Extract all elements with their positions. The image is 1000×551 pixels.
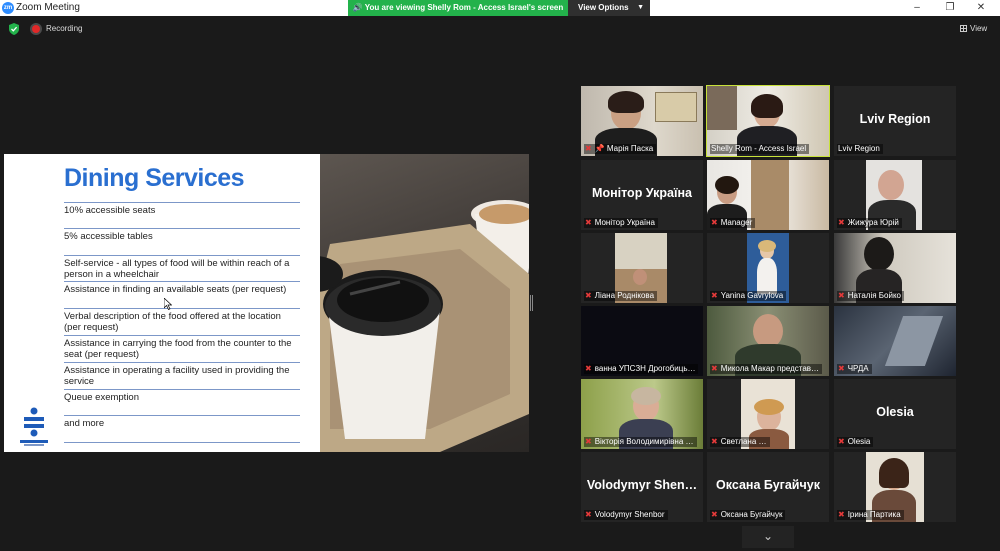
participant-name: ✖ Ліана Роднікова <box>584 291 658 301</box>
muted-mic-icon: ✖ <box>838 291 845 300</box>
participant-name: ✖ Монітор Україна <box>584 218 659 228</box>
coffee-cups-photo <box>320 154 529 452</box>
recording-icon <box>32 25 40 33</box>
participant-display-name: Монітор Україна <box>592 186 692 200</box>
participant-name: ✖ Manager <box>710 218 756 228</box>
participant-tile[interactable]: Volodymyr Shen… ✖ Volodymyr Shenbor <box>581 452 703 522</box>
view-options-label: View Options <box>578 3 629 12</box>
restore-button[interactable]: ❐ <box>937 0 963 16</box>
window-title: Zoom Meeting <box>16 2 80 13</box>
muted-mic-icon: ✖ <box>838 364 845 373</box>
participant-name: ✖ Yanina Gavrylova <box>710 291 787 301</box>
participant-tile[interactable]: ✖ Ліана Роднікова <box>581 233 703 303</box>
participant-tile[interactable]: Монітор Україна ✖ Монітор Україна <box>581 160 703 230</box>
participant-tile[interactable]: ✖ 📌 Марія Паска <box>581 86 703 156</box>
speaker-icon: 🔊 <box>352 3 363 12</box>
participant-display-name: Оксана Бугайчук <box>716 478 820 492</box>
participant-name: ✖ Светлана … <box>710 437 770 447</box>
muted-mic-icon: ✖ <box>711 437 718 446</box>
recording-label: Recording <box>46 24 83 33</box>
access-israel-logo <box>20 407 48 446</box>
participant-display-name: Lviv Region <box>859 112 931 126</box>
participant-tile[interactable]: ✖ Светлана … <box>707 379 829 449</box>
participant-name: ✖ ванна УПСЗН Дрогобиць… <box>584 364 699 374</box>
participant-name: ✖ 📌 Марія Паска <box>584 144 657 154</box>
slide-item: Queue exemption <box>64 390 300 417</box>
muted-mic-icon: ✖ <box>585 510 592 519</box>
muted-mic-icon: ✖ <box>838 218 845 227</box>
slide-item: and more <box>64 416 300 444</box>
splitter-handle[interactable] <box>530 295 533 311</box>
participant-name: Lviv Region <box>837 144 883 154</box>
participant-name: ✖ Наталія Бойко <box>837 291 904 301</box>
view-button[interactable]: View <box>960 24 987 33</box>
share-banner: 🔊 You are viewing Shelly Rom - Access Is… <box>348 0 568 16</box>
participant-tile[interactable]: ✖ Микола Макар представ… <box>707 306 829 376</box>
shield-icon[interactable] <box>9 23 19 35</box>
participant-tile[interactable]: ✖ Manager <box>707 160 829 230</box>
zoom-icon: zm <box>2 2 14 14</box>
participant-name: ✖ Микола Макар представ… <box>710 364 823 374</box>
muted-mic-icon: ✖ <box>711 364 718 373</box>
participant-name: ✖ Ірина Партика <box>837 510 904 520</box>
participant-tile[interactable]: ✖ Вікторія Володимирівна … <box>581 379 703 449</box>
muted-mic-icon: ✖ <box>711 218 718 227</box>
muted-mic-icon: ✖ <box>585 437 592 446</box>
pin-icon: 📌 <box>594 144 607 153</box>
slide-item: Assistance in operating a facility used … <box>64 363 300 390</box>
muted-mic-icon: ✖ <box>711 291 718 300</box>
participant-tile[interactable]: ✖ Ірина Партика <box>834 452 956 522</box>
muted-mic-icon: ✖ <box>585 364 592 373</box>
participant-name: ✖ Volodymyr Shenbor <box>584 510 668 520</box>
participant-name: ✖ Вікторія Володимирівна … <box>584 437 697 447</box>
participant-tile[interactable]: Olesia ✖ Olesia <box>834 379 956 449</box>
participant-tile[interactable]: ✖ Жижура Юрій <box>834 160 956 230</box>
participant-name: Shelly Rom - Access Israel <box>710 144 810 154</box>
muted-mic-icon: ✖ <box>585 144 592 153</box>
meeting-topbar <box>0 16 1000 42</box>
slide-item: Verbal description of the food offered a… <box>64 309 300 336</box>
share-banner-text: You are viewing Shelly Rom - Access Isra… <box>364 3 564 12</box>
slide-item: 10% accessible seats <box>64 202 300 229</box>
participant-name: ✖ Жижура Юрій <box>837 218 902 228</box>
muted-mic-icon: ✖ <box>585 218 592 227</box>
view-options-button[interactable]: View Options ▼ <box>568 0 650 16</box>
participant-tile[interactable]: Lviv Region Lviv Region <box>834 86 956 156</box>
view-label: View <box>970 24 988 33</box>
close-button[interactable]: ✕ <box>968 0 994 16</box>
muted-mic-icon: ✖ <box>711 510 718 519</box>
participant-tile[interactable]: ✖ ванна УПСЗН Дрогобиць… <box>581 306 703 376</box>
participant-tile[interactable]: Оксана Бугайчук ✖ Оксана Бугайчук <box>707 452 829 522</box>
slide-title: Dining Services <box>64 164 245 192</box>
grid-icon <box>960 25 967 32</box>
minimize-button[interactable]: – <box>904 0 930 16</box>
mouse-cursor-icon <box>164 298 172 310</box>
chevron-down-icon[interactable]: ⌄ <box>742 526 794 548</box>
participant-name: ✖ ЧРДА <box>837 364 872 374</box>
participant-display-name: Olesia <box>876 405 914 419</box>
participant-tile[interactable]: ✖ ЧРДА <box>834 306 956 376</box>
muted-mic-icon: ✖ <box>838 437 845 446</box>
participant-name: ✖ Оксана Бугайчук <box>710 510 786 520</box>
participant-display-name: Volodymyr Shen… <box>586 478 698 492</box>
shared-screen[interactable]: Dining Services 10% accessible seats 5% … <box>4 154 529 452</box>
participant-tile[interactable]: ✖ Yanina Gavrylova <box>707 233 829 303</box>
slide-bullet-list: 10% accessible seats 5% accessible table… <box>64 202 300 444</box>
chevron-down-icon: ▼ <box>637 4 644 11</box>
participant-name: ✖ Olesia <box>837 437 874 447</box>
slide-item: Assistance in finding an available seats… <box>64 282 300 310</box>
slide-item: 5% accessible tables <box>64 229 300 256</box>
slide-item: Assistance in carrying the food from the… <box>64 336 300 363</box>
slide-item: Self-service - all types of food will be… <box>64 256 300 283</box>
participant-tile[interactable]: Shelly Rom - Access Israel <box>706 85 830 157</box>
participant-tile[interactable]: ✖ Наталія Бойко <box>834 233 956 303</box>
window-titlebar: zm Zoom Meeting 🔊 You are viewing Shelly… <box>0 0 1000 16</box>
muted-mic-icon: ✖ <box>585 291 592 300</box>
muted-mic-icon: ✖ <box>838 510 845 519</box>
